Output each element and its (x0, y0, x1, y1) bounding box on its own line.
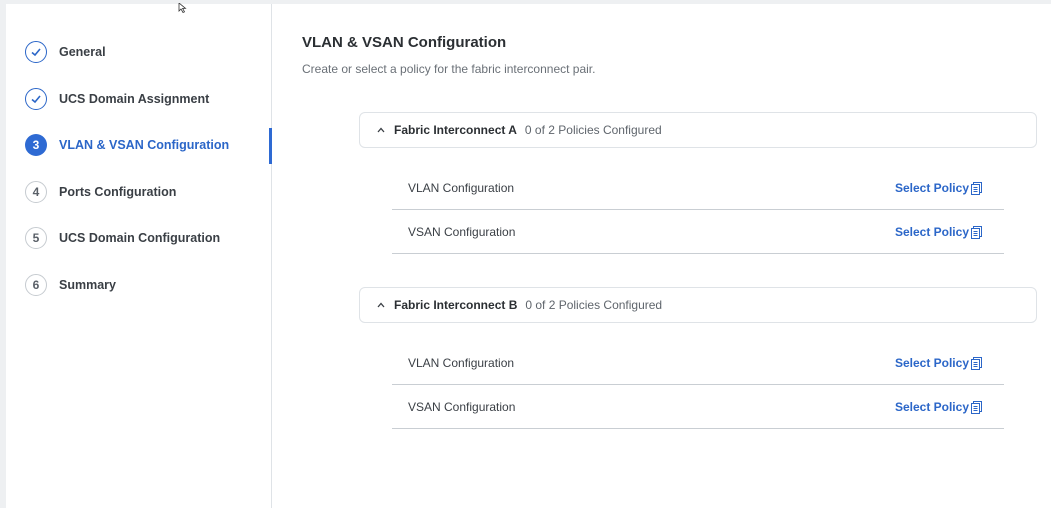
step-ports-configuration[interactable]: 4 Ports Configuration (6, 172, 271, 212)
document-list-icon (971, 356, 982, 370)
select-policy-link[interactable]: Select Policy (895, 400, 982, 414)
fabric-interconnect-b-header[interactable]: Fabric Interconnect B 0 of 2 Policies Co… (359, 287, 1037, 323)
policy-name: VLAN Configuration (408, 181, 515, 195)
select-policy-label: Select Policy (894, 225, 969, 239)
step-summary[interactable]: 6 Summary (6, 265, 271, 305)
wizard-frame: General UCS Domain Assignment 3 VLAN & V… (6, 4, 1051, 508)
mouse-pointer-icon (178, 0, 189, 18)
policy-name: VSAN Configuration (408, 225, 516, 239)
main-content: VLAN & VSAN Configuration Create or sele… (272, 4, 1051, 508)
fabric-title: Fabric Interconnect B (394, 298, 518, 312)
select-policy-label: Select Policy (894, 400, 969, 414)
select-policy-link[interactable]: Select Policy (895, 181, 982, 195)
step-ucs-domain-assignment[interactable]: UCS Domain Assignment (6, 79, 271, 119)
step-label: Ports Configuration (59, 185, 177, 199)
select-policy-link[interactable]: Select Policy (895, 225, 982, 239)
step-number: 6 (25, 274, 47, 296)
select-policy-label: Select Policy (894, 181, 969, 195)
step-number: 5 (25, 227, 47, 249)
page-title: VLAN & VSAN Configuration (302, 34, 507, 51)
check-icon (25, 41, 47, 63)
step-vlan-vsan-configuration[interactable]: 3 VLAN & VSAN Configuration (6, 125, 271, 165)
step-number: 4 (25, 181, 47, 203)
step-ucs-domain-configuration[interactable]: 5 UCS Domain Configuration (6, 218, 271, 258)
policy-name: VLAN Configuration (408, 356, 515, 370)
step-number: 3 (25, 134, 47, 156)
document-list-icon (971, 400, 982, 414)
policy-row-vlan-b: VLAN Configuration Select Policy (392, 342, 1004, 385)
policy-name: VSAN Configuration (408, 400, 516, 414)
step-label: General (59, 45, 106, 59)
fabric-title: Fabric Interconnect A (394, 123, 517, 137)
policy-row-vsan-a: VSAN Configuration Select Policy (392, 211, 1004, 254)
policy-row-vlan-a: VLAN Configuration Select Policy (392, 167, 1004, 210)
page-subtitle: Create or select a policy for the fabric… (302, 62, 596, 76)
fabric-interconnect-a-header[interactable]: Fabric Interconnect A 0 of 2 Policies Co… (359, 112, 1037, 148)
policy-row-vsan-b: VSAN Configuration Select Policy (392, 386, 1004, 429)
step-label: Summary (59, 278, 116, 292)
chevron-up-icon (376, 125, 386, 135)
document-list-icon (971, 225, 982, 239)
select-policy-label: Select Policy (894, 356, 969, 370)
step-label: UCS Domain Configuration (59, 231, 221, 245)
document-list-icon (971, 181, 982, 195)
step-label: VLAN & VSAN Configuration (59, 138, 230, 152)
policies-configured-count: 0 of 2 Policies Configured (524, 123, 662, 137)
select-policy-link[interactable]: Select Policy (895, 356, 982, 370)
chevron-up-icon (376, 300, 386, 310)
step-label: UCS Domain Assignment (59, 92, 210, 106)
step-general[interactable]: General (6, 32, 271, 72)
policies-configured-count: 0 of 2 Policies Configured (525, 298, 663, 312)
check-icon (25, 88, 47, 110)
wizard-step-sidebar: General UCS Domain Assignment 3 VLAN & V… (6, 4, 272, 508)
